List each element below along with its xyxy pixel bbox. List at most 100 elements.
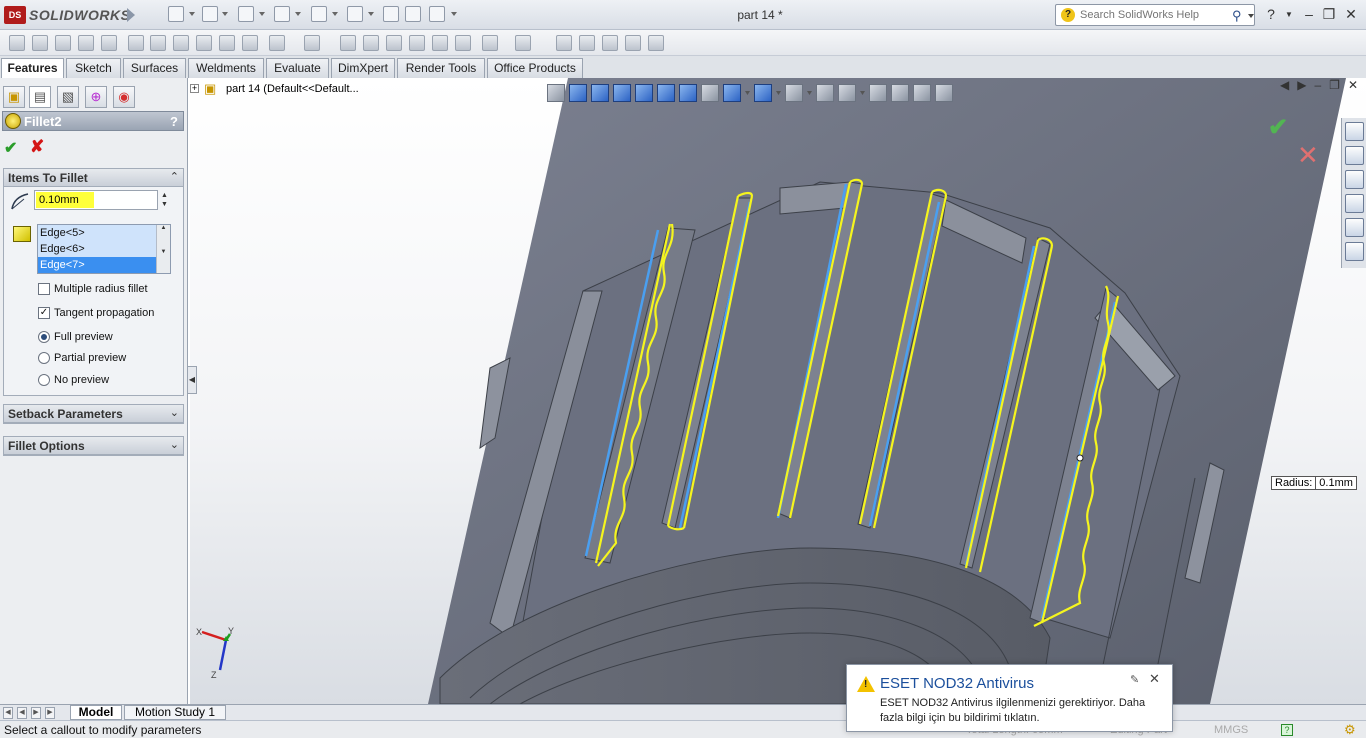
undo-dropdown-icon[interactable] bbox=[332, 12, 338, 16]
open-dropdown-icon[interactable] bbox=[222, 12, 228, 16]
menu-expand-icon[interactable] bbox=[127, 8, 135, 22]
last-tab-icon[interactable]: ▶ bbox=[45, 707, 55, 719]
mirror-icon[interactable] bbox=[455, 35, 471, 51]
tab-office-products[interactable]: Office Products bbox=[487, 58, 583, 78]
left-view-icon[interactable] bbox=[613, 84, 631, 102]
extruded-boss-icon[interactable] bbox=[9, 35, 25, 51]
tangent-propagation-option[interactable]: ✓ Tangent propagation bbox=[38, 305, 154, 321]
appearances-icon[interactable] bbox=[1345, 218, 1364, 237]
options-dropdown-icon[interactable] bbox=[451, 12, 457, 16]
help-button[interactable]: ? bbox=[170, 114, 178, 129]
zoom-icon[interactable] bbox=[913, 84, 931, 102]
save-dropdown-icon[interactable] bbox=[259, 12, 265, 16]
scene-icon[interactable] bbox=[838, 84, 856, 102]
flex-icon[interactable] bbox=[648, 35, 664, 51]
help-search[interactable]: ? ⚲ bbox=[1055, 4, 1255, 26]
boundary-boss-icon[interactable] bbox=[101, 35, 117, 51]
hide-show-icon[interactable] bbox=[785, 84, 803, 102]
confirm-cancel-icon[interactable]: ✕ bbox=[1297, 140, 1319, 171]
items-to-fillet-header[interactable]: Items To Fillet ⌃ bbox=[4, 169, 183, 187]
unit-system[interactable]: MMGS bbox=[1214, 724, 1248, 736]
rotate-icon[interactable] bbox=[935, 84, 953, 102]
file-explorer-icon[interactable] bbox=[1345, 170, 1364, 189]
callout-anchor-point[interactable] bbox=[1076, 454, 1084, 462]
lofted-cut-icon[interactable] bbox=[219, 35, 235, 51]
tab-surfaces[interactable]: Surfaces bbox=[123, 58, 186, 78]
tangent-propagation-checkbox[interactable]: ✓ bbox=[38, 307, 50, 319]
right-view-icon[interactable] bbox=[635, 84, 653, 102]
tab-render-tools[interactable]: Render Tools bbox=[397, 58, 485, 78]
rebuild-icon[interactable] bbox=[383, 6, 399, 22]
dome-icon[interactable] bbox=[432, 35, 448, 51]
swept-boss-icon[interactable] bbox=[55, 35, 71, 51]
tree-expand-icon[interactable]: + bbox=[190, 84, 199, 93]
close-icon[interactable]: ✕ bbox=[1342, 6, 1360, 23]
rib-icon[interactable] bbox=[340, 35, 356, 51]
setback-parameters-group[interactable]: Setback Parameters ⌄ bbox=[3, 404, 184, 424]
partial-preview-radio[interactable] bbox=[38, 352, 50, 364]
list-scrollbar[interactable]: ▲ ▼ bbox=[156, 225, 170, 273]
setback-parameters-header[interactable]: Setback Parameters ⌄ bbox=[4, 405, 183, 423]
tile-right-icon[interactable]: ▶ bbox=[1297, 78, 1306, 92]
search-icon[interactable]: ⚲ bbox=[1232, 8, 1242, 24]
radius-input[interactable] bbox=[34, 190, 158, 210]
graphics-area[interactable]: ◀ ▶ – ❐ ✕ Radius: 0.1mm bbox=[190, 78, 1366, 704]
ok-button[interactable]: ✔ bbox=[4, 138, 17, 158]
display-style-icon[interactable] bbox=[754, 84, 772, 102]
help-dropdown-icon[interactable]: ▼ bbox=[1280, 10, 1298, 19]
model-view[interactable] bbox=[190, 78, 1366, 704]
expand-chevron-icon[interactable]: ⌄ bbox=[170, 438, 179, 451]
design-library-icon[interactable] bbox=[1345, 146, 1364, 165]
dimxpert-manager-tab-icon[interactable]: ⊕ bbox=[85, 86, 107, 108]
minimize-icon[interactable]: – bbox=[1300, 6, 1318, 22]
boundary-cut-icon[interactable] bbox=[242, 35, 258, 51]
notification-close-icon[interactable]: ✕ bbox=[1149, 671, 1160, 687]
freeform-icon[interactable] bbox=[579, 35, 595, 51]
multiple-radius-checkbox[interactable] bbox=[38, 283, 50, 295]
new-document-icon[interactable] bbox=[168, 6, 184, 22]
hide-show-dropdown-icon[interactable] bbox=[807, 91, 812, 95]
normal-to-icon[interactable] bbox=[701, 84, 719, 102]
view-settings-icon[interactable] bbox=[869, 84, 887, 102]
fillet-icon[interactable] bbox=[269, 35, 285, 51]
curves-icon[interactable] bbox=[515, 35, 531, 51]
swept-cut-icon[interactable] bbox=[196, 35, 212, 51]
configuration-manager-tab-icon[interactable]: ▧ bbox=[57, 86, 79, 108]
select-icon[interactable] bbox=[347, 6, 363, 22]
tab-weldments[interactable]: Weldments bbox=[188, 58, 264, 78]
tab-sketch[interactable]: Sketch bbox=[66, 58, 121, 78]
print-icon[interactable] bbox=[274, 6, 290, 22]
tab-motion-study[interactable]: Motion Study 1 bbox=[124, 705, 226, 720]
restore-icon[interactable]: ❐ bbox=[1320, 6, 1338, 23]
file-properties-icon[interactable] bbox=[405, 6, 421, 22]
list-item[interactable]: Edge<5> bbox=[38, 225, 170, 241]
radius-callout[interactable]: Radius: 0.1mm bbox=[1271, 476, 1357, 490]
lofted-boss-icon[interactable] bbox=[78, 35, 94, 51]
tree-root-label[interactable]: part 14 (Default<<Default... bbox=[226, 83, 359, 95]
doc-minimize-icon[interactable]: – bbox=[1314, 78, 1321, 92]
top-view-icon[interactable] bbox=[657, 84, 675, 102]
new-dropdown-icon[interactable] bbox=[189, 12, 195, 16]
linear-pattern-icon[interactable] bbox=[304, 35, 320, 51]
reference-geometry-icon[interactable] bbox=[482, 35, 498, 51]
isometric-view-icon[interactable] bbox=[723, 84, 741, 102]
scene-dropdown-icon[interactable] bbox=[860, 91, 865, 95]
display-dropdown-icon[interactable] bbox=[776, 91, 781, 95]
property-manager-tab-icon[interactable]: ▤ bbox=[29, 86, 51, 108]
search-input[interactable] bbox=[1080, 7, 1230, 23]
select-dropdown-icon[interactable] bbox=[368, 12, 374, 16]
tab-evaluate[interactable]: Evaluate bbox=[266, 58, 329, 78]
antivirus-notification[interactable]: ! ESET NOD32 Antivirus ✎ ✕ ESET NOD32 An… bbox=[846, 664, 1173, 732]
tab-features[interactable]: Features bbox=[1, 58, 64, 79]
print-dropdown-icon[interactable] bbox=[295, 12, 301, 16]
list-item[interactable]: Edge<7> bbox=[38, 257, 170, 273]
tile-left-icon[interactable]: ◀ bbox=[1280, 78, 1289, 92]
first-tab-icon[interactable]: ◀ bbox=[3, 707, 13, 719]
front-view-icon[interactable] bbox=[569, 84, 587, 102]
feature-manager-tab-icon[interactable]: ▣ bbox=[3, 86, 25, 108]
prev-tab-icon[interactable]: ◀ bbox=[17, 707, 27, 719]
fillet-options-group[interactable]: Fillet Options ⌄ bbox=[3, 436, 184, 456]
help-icon[interactable]: ? bbox=[1262, 6, 1280, 22]
undo-icon[interactable] bbox=[311, 6, 327, 22]
back-view-icon[interactable] bbox=[591, 84, 609, 102]
